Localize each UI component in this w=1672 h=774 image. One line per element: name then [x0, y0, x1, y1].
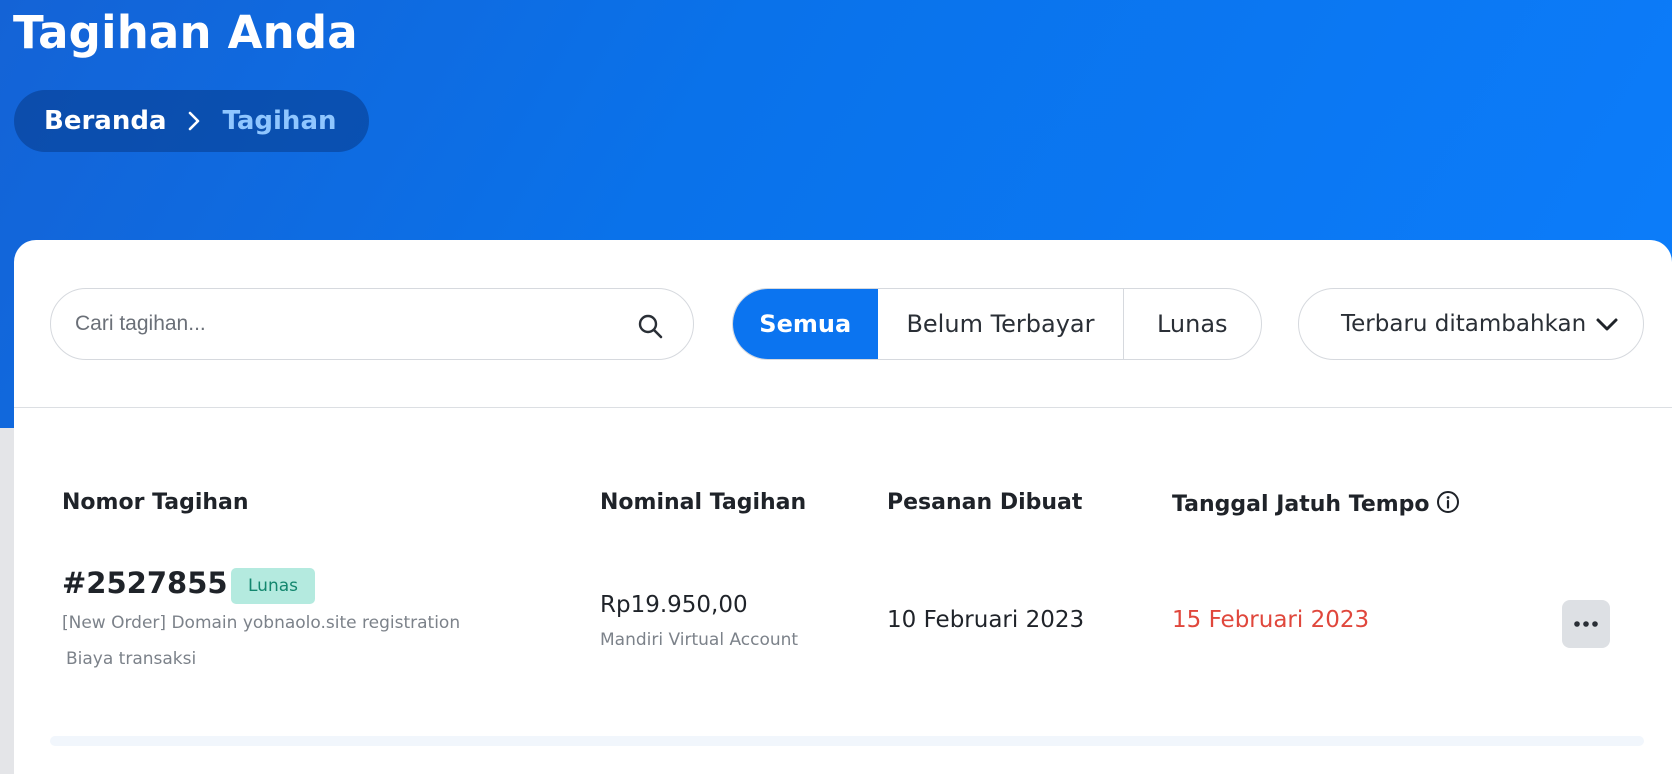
invoice-toolbar: Semua Belum Terbayar Lunas Terbaru ditam… — [14, 240, 1672, 408]
search-box — [50, 288, 694, 360]
row-divider — [50, 736, 1644, 746]
page-title: Tagihan Anda — [13, 6, 358, 59]
breadcrumb-current: Tagihan — [222, 106, 337, 136]
invoice-description: [New Order] Domain yobnaolo.site registr… — [62, 613, 461, 633]
transaction-fee-note: Biaya transaksi — [66, 649, 197, 669]
status-filter-group: Semua Belum Terbayar Lunas — [732, 288, 1262, 360]
invoice-number[interactable]: #2527855 — [62, 566, 228, 600]
filter-all-button[interactable]: Semua — [733, 289, 879, 359]
invoice-panel: Semua Belum Terbayar Lunas Terbaru ditam… — [14, 240, 1672, 774]
column-header-created: Pesanan Dibuat — [887, 490, 1083, 515]
sort-dropdown[interactable]: Terbaru ditambahkan — [1298, 288, 1644, 360]
breadcrumb: Beranda Tagihan — [14, 90, 369, 152]
info-icon[interactable] — [1436, 490, 1460, 514]
chevron-down-icon — [1595, 313, 1619, 337]
search-icon[interactable] — [637, 313, 663, 339]
column-header-invoice: Nomor Tagihan — [62, 490, 249, 515]
chevron-right-icon — [184, 111, 204, 131]
invoice-amount: Rp19.950,00 — [600, 592, 748, 618]
breadcrumb-home-link[interactable]: Beranda — [44, 106, 166, 136]
due-date: 15 Februari 2023 — [1172, 607, 1370, 633]
filter-paid-button[interactable]: Lunas — [1124, 289, 1261, 359]
search-input[interactable] — [75, 303, 615, 345]
column-header-due-label: Tanggal Jatuh Tempo — [1172, 492, 1430, 517]
status-badge: Lunas — [231, 568, 315, 604]
payment-method: Mandiri Virtual Account — [600, 630, 799, 650]
filter-unpaid-button[interactable]: Belum Terbayar — [878, 289, 1124, 359]
order-created-date: 10 Februari 2023 — [887, 607, 1085, 633]
row-actions-button[interactable] — [1562, 600, 1610, 648]
column-header-amount: Nominal Tagihan — [600, 490, 807, 515]
more-horizontal-icon — [1574, 621, 1598, 627]
column-header-due: Tanggal Jatuh Tempo — [1172, 490, 1460, 517]
sort-label: Terbaru ditambahkan — [1341, 311, 1587, 337]
